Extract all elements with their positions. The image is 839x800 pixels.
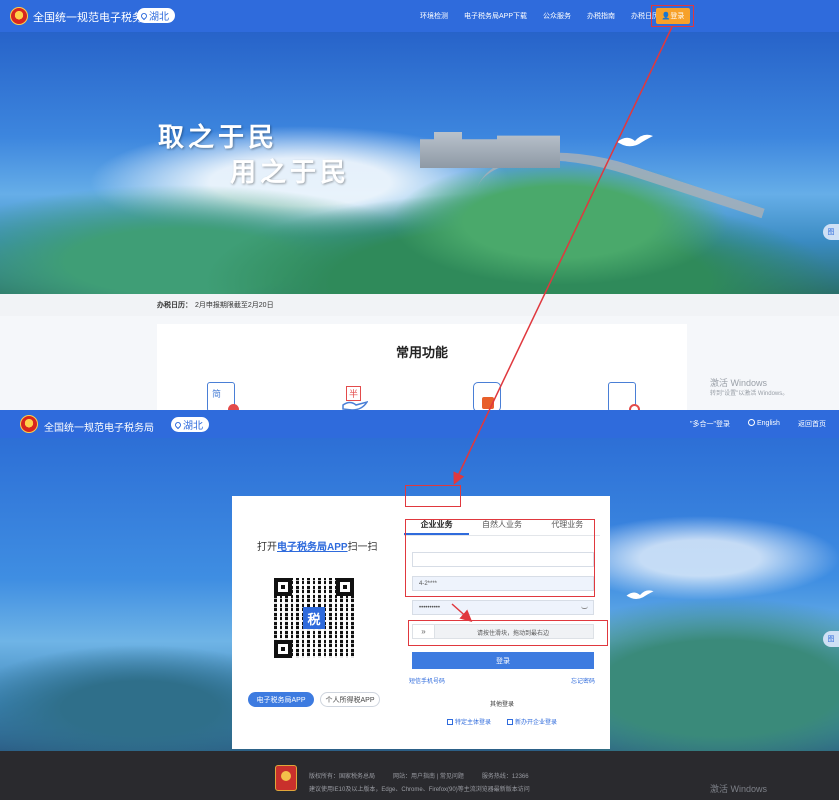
nav-link-app-download[interactable]: 电子税务局APP下载 [464,11,527,21]
password-input[interactable]: •••••••••• [412,600,594,615]
sms-login-link[interactable]: 短信手机号码 [409,676,445,685]
multi-login-link[interactable]: "多合一"登录 [690,419,730,429]
great-wall-tower [420,132,560,168]
common-functions-card: 常用功能 简 半 [157,324,687,415]
region-selector[interactable]: 湖北 [171,417,209,432]
qr-corner [336,578,354,596]
hero-banner: 取之于民 用之于民 图 [0,32,839,294]
special-entity-login-link[interactable]: 特定主体登录 [446,717,491,726]
login-header-links: "多合一"登录 English 返回首页 [690,419,826,429]
calendar-label: 办税日历： [157,302,192,309]
login-qr-code: 税 [274,578,354,658]
common-functions-title: 常用功能 [395,345,448,360]
tax-bureau-logo-icon [275,765,297,791]
annotation-box-credentials [405,519,595,597]
login-submit-button[interactable]: 登录 [412,652,594,669]
location-pin-icon [173,420,183,429]
footer-links[interactable]: 网站：用户指南 | 常见问题 [393,771,464,780]
top-nav-links: 环境检测 电子税务局APP下载 公众服务 办税指南 办税日历 [420,0,659,32]
login-page-screenshot: 全国统一规范电子税务局 湖北 "多合一"登录 English 返回首页 图 打开… [0,410,839,800]
region-label: 湖北 [183,421,203,432]
annotation-box-enterprise-tab [405,485,461,507]
side-float-tab[interactable]: 图 [823,224,839,240]
entity-icon [446,719,453,725]
building-icon [507,719,513,725]
annotation-box-login [651,5,694,27]
simple-filing-icon[interactable]: 简 [207,382,239,415]
calendar-search-icon[interactable] [608,382,640,415]
tax-logo-icon: 税 [303,607,325,629]
other-login-title: 其他登录 [489,702,514,708]
calendar-text[interactable]: 2月申报期限截至2月20日 [195,302,274,309]
slogan-line-2: 用之于民 [230,158,351,188]
annotation-box-submit [408,620,608,646]
hand-service-icon[interactable]: 半 [342,382,370,412]
back-home-link[interactable]: 返回首页 [798,419,826,429]
common-functions-section: 常用功能 简 半 激活 Windows 转到"设置"以激活 Windows。 [0,316,839,415]
login-header: 全国统一规范电子税务局 湖北 "多合一"登录 English 返回首页 [0,410,839,438]
page-footer: 版权所有：国家税务总局 网站：用户指南 | 常见问题 服务热线：12366 建议… [0,751,839,800]
tax-emblem-icon [10,7,28,25]
region-selector[interactable]: 湖北 [137,8,175,23]
top-header: 全国统一规范电子税务局 湖北 环境检测 电子税务局APP下载 公众服务 办税指南… [0,0,839,32]
nav-link-public-service[interactable]: 公众服务 [543,11,571,21]
windows-activation-watermark: 激活 Windows [710,784,768,794]
dove-icon [626,590,654,599]
dove-icon [617,134,653,147]
nav-link-environment-check[interactable]: 环境检测 [420,11,448,21]
forgot-password-link[interactable]: 忘记密码 [571,676,595,685]
location-pin-icon [139,11,149,20]
other-login-options: 特定主体登录 新办开企业登录 [404,717,600,726]
english-link[interactable]: English [747,419,780,429]
tax-calendar-bar: 办税日历： 2月申报期限截至2月20日 [0,294,839,316]
footer-hotline: 服务热线：12366 [481,774,529,780]
site-title[interactable]: 全国统一规范电子税务局 [33,9,154,25]
qr-corner [274,640,292,658]
slogan-line-1: 取之于民 [158,123,279,153]
qr-scan-title: 打开电子税务局APP扫一扫 [257,542,378,553]
tax-emblem-icon [20,415,38,433]
globe-icon [747,419,755,426]
region-label: 湖北 [149,12,169,23]
invoice-badge-icon [482,397,494,409]
footer-info: 版权所有：国家税务总局 网站：用户指南 | 常见问题 服务热线：12366 [309,771,529,780]
new-enterprise-login-link[interactable]: 新办开企业登录 [507,717,557,726]
footer-browser-note: 建议使用IE10及以上版本，Edge、Chrome、Firefox(90)等主流… [309,787,530,793]
windows-activation-watermark: 激活 Windows 转到"设置"以激活 Windows。 [710,378,789,397]
nav-link-tax-guide[interactable]: 办税指南 [587,11,615,21]
footer-copyright: 版权所有：国家税务总局 [309,774,376,780]
site-title[interactable]: 全国统一规范电子税务局 [44,419,154,434]
eye-closed-icon[interactable] [581,606,588,609]
side-float-tab[interactable]: 图 [823,631,839,647]
etax-app-button[interactable]: 电子税务局APP [248,692,314,707]
qr-corner [274,578,292,596]
briefcase-invoice-icon[interactable] [473,382,501,412]
iit-app-button[interactable]: 个人所得税APP [320,692,380,707]
